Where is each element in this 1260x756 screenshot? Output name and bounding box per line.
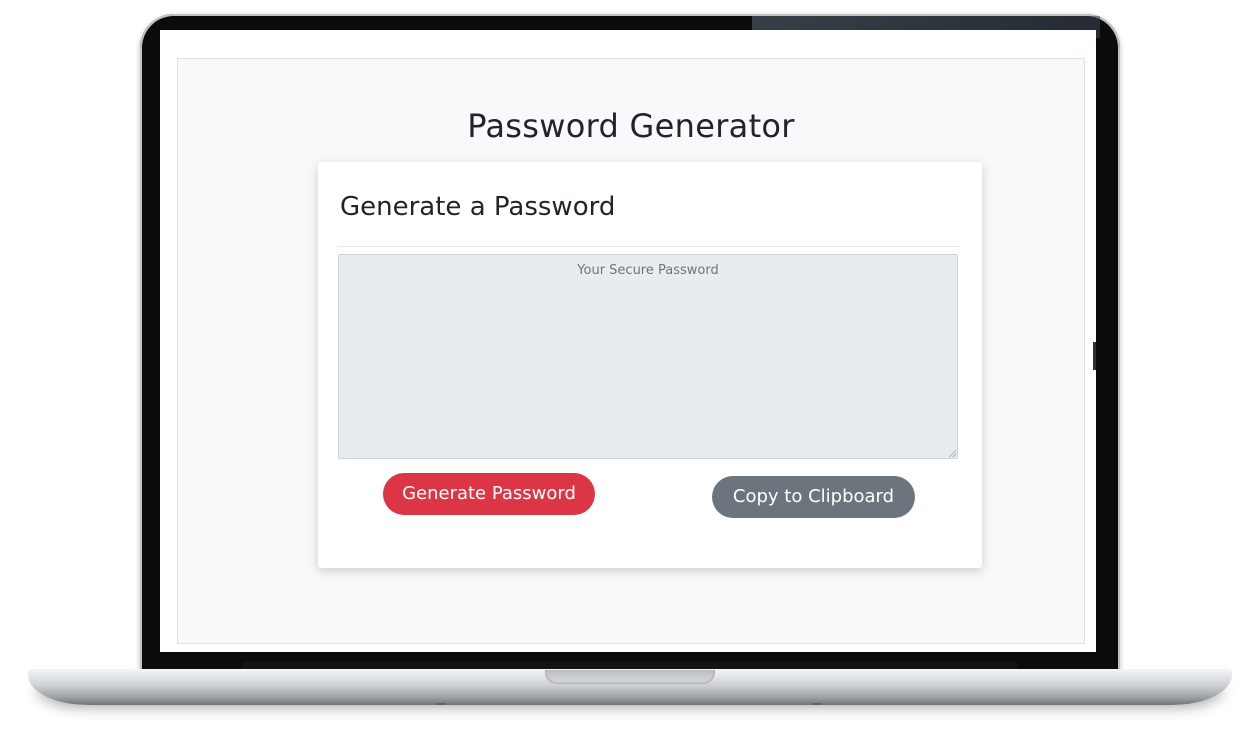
laptop-foot bbox=[436, 703, 446, 705]
card-divider bbox=[338, 246, 960, 247]
generate-password-button[interactable]: Generate Password bbox=[383, 473, 595, 515]
web-page: Password Generator Generate a Password Y… bbox=[177, 58, 1085, 644]
laptop-foot bbox=[812, 703, 822, 705]
laptop-screen: Password Generator Generate a Password Y… bbox=[160, 30, 1096, 652]
laptop-mockup: Password Generator Generate a Password Y… bbox=[0, 0, 1260, 756]
laptop-opening-notch bbox=[545, 670, 715, 684]
scrollbar-thumb[interactable] bbox=[1093, 342, 1096, 370]
resize-handle-icon[interactable] bbox=[948, 449, 956, 457]
card-header: Generate a Password bbox=[340, 192, 616, 222]
password-textarea[interactable]: Your Secure Password bbox=[338, 254, 958, 459]
password-placeholder: Your Secure Password bbox=[577, 263, 719, 278]
copy-to-clipboard-button[interactable]: Copy to Clipboard bbox=[712, 476, 915, 518]
password-card: Generate a Password Your Secure Password… bbox=[318, 162, 982, 568]
page-title: Password Generator bbox=[467, 107, 795, 145]
